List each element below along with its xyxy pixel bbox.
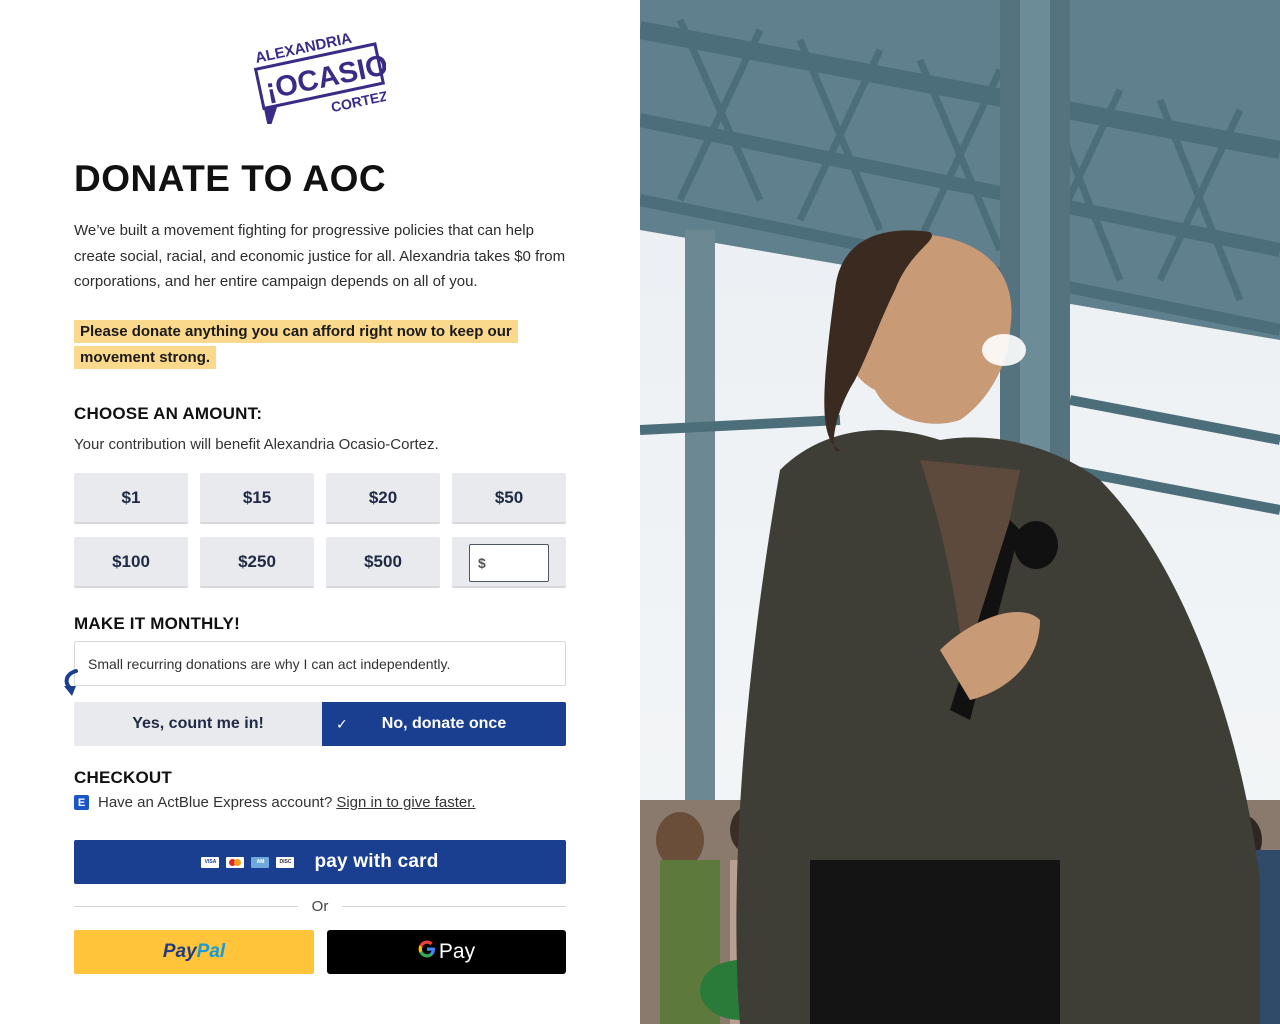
google-g-svg bbox=[418, 940, 435, 958]
gpay-label: Pay bbox=[438, 940, 476, 963]
other-amount-field[interactable]: $ bbox=[469, 544, 549, 582]
mastercard-icon bbox=[226, 856, 245, 868]
checkout-heading: CHECKOUT bbox=[74, 768, 172, 787]
google-pay-button[interactable]: Pay bbox=[327, 930, 566, 974]
amex-icon: AM bbox=[251, 856, 270, 868]
other-amount-input[interactable] bbox=[487, 548, 548, 578]
contribution-subtext: Your contribution will benefit Alexandri… bbox=[74, 436, 439, 453]
checkmark-icon: ✓ bbox=[336, 716, 348, 732]
amount-button-100[interactable]: $100 bbox=[74, 537, 188, 588]
amount-button-50[interactable]: $50 bbox=[452, 473, 566, 524]
paypal-button[interactable]: Pay Pal bbox=[74, 930, 314, 974]
choose-amount-heading: CHOOSE AN AMOUNT: bbox=[74, 404, 263, 423]
paypal-pal-text: Pal bbox=[196, 941, 226, 962]
amount-button-500[interactable]: $500 bbox=[326, 537, 440, 588]
intro-text: We’ve built a movement fighting for prog… bbox=[74, 222, 566, 290]
amount-button-20[interactable]: $20 bbox=[326, 473, 440, 524]
actblue-express-icon: E bbox=[74, 795, 89, 810]
express-text: Have an ActBlue Express account? bbox=[98, 794, 333, 811]
no-donate-once-button[interactable]: ✓ No, donate once bbox=[322, 702, 566, 746]
amount-button-250[interactable]: $250 bbox=[200, 537, 314, 588]
sign-in-link[interactable]: Sign in to give faster. bbox=[336, 794, 475, 811]
highlight-span: Please donate anything you can afford ri… bbox=[74, 320, 518, 369]
hero-photo bbox=[640, 0, 1280, 1024]
divider-right bbox=[342, 906, 566, 907]
discover-icon: DISC bbox=[276, 856, 295, 868]
other-amount-container: $ bbox=[452, 537, 566, 588]
hero-photo-illustration bbox=[640, 0, 1280, 1024]
actblue-express-row: E Have an ActBlue Express account? Sign … bbox=[74, 794, 476, 811]
pay-with-card-label: pay with card bbox=[314, 851, 439, 872]
paypal-pay-text: Pay bbox=[162, 941, 197, 962]
no-donate-once-label: No, donate once bbox=[381, 715, 507, 732]
monthly-message: Small recurring donations are why I can … bbox=[74, 641, 566, 686]
highlight-text: Please donate anything you can afford ri… bbox=[74, 319, 554, 371]
card-icons: VISA AM DISC bbox=[201, 856, 295, 868]
google-g-icon bbox=[418, 940, 436, 964]
curved-arrow-icon bbox=[64, 669, 78, 696]
pay-with-card-button[interactable]: VISA AM DISC pay with card bbox=[74, 840, 566, 884]
amount-button-1[interactable]: $1 bbox=[74, 473, 188, 524]
dollar-prefix: $ bbox=[478, 555, 486, 571]
yes-monthly-button[interactable]: Yes, count me in! bbox=[74, 702, 322, 746]
page-title: DONATE TO AOC bbox=[74, 158, 387, 199]
logo-icon: ALEXANDRIA ¡OCASIO! CORTEZ bbox=[254, 30, 386, 124]
or-label: Or bbox=[311, 898, 329, 915]
amount-button-15[interactable]: $15 bbox=[200, 473, 314, 524]
visa-icon: VISA bbox=[201, 856, 220, 868]
divider-left bbox=[74, 906, 298, 907]
make-monthly-heading: MAKE IT MONTHLY! bbox=[74, 614, 240, 633]
donation-panel: ALEXANDRIA ¡OCASIO! CORTEZ DONATE TO AOC… bbox=[0, 0, 640, 1024]
